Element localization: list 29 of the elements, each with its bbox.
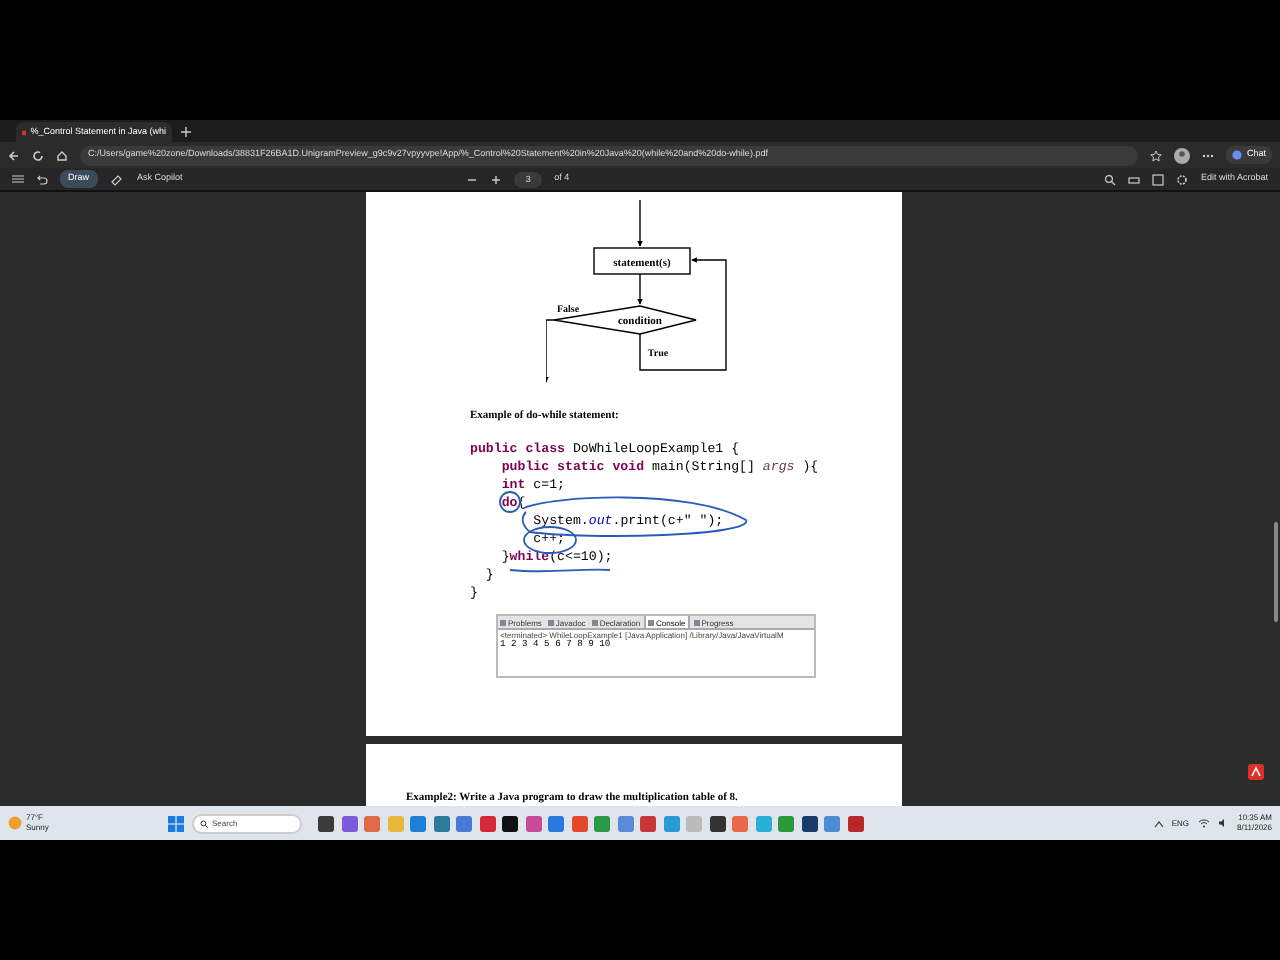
zoom-in-icon[interactable] — [490, 173, 503, 185]
settings-icon[interactable] — [1176, 173, 1189, 185]
wifi-icon[interactable] — [1197, 818, 1209, 828]
tab-icon — [648, 619, 655, 625]
star-icon[interactable] — [1150, 149, 1163, 161]
zoom-out-icon[interactable] — [466, 173, 479, 185]
tab-icon — [591, 619, 598, 625]
undo-icon[interactable] — [36, 173, 48, 185]
print-icon[interactable] — [1128, 173, 1141, 185]
search-icon — [200, 819, 208, 827]
speaker-icon[interactable] — [1217, 818, 1229, 828]
acrobat-icon[interactable] — [1248, 764, 1264, 780]
copilot-icon — [1232, 150, 1243, 160]
tab-icon — [547, 619, 554, 625]
tab-icon — [500, 619, 506, 625]
tab-icon — [693, 619, 700, 625]
new-tab-icon[interactable] — [180, 126, 192, 138]
chevron-up-icon[interactable] — [1153, 819, 1164, 827]
pdf-icon — [22, 127, 27, 137]
back-icon[interactable] — [8, 149, 20, 161]
eraser-icon[interactable] — [109, 173, 122, 185]
profile-icon[interactable] — [1174, 147, 1191, 163]
refresh-icon[interactable] — [32, 149, 44, 161]
list-icon[interactable] — [12, 174, 24, 184]
windows-logo-icon[interactable] — [168, 815, 184, 831]
home-icon[interactable] — [56, 149, 68, 161]
save-icon[interactable] — [1152, 173, 1165, 185]
search-icon[interactable] — [1104, 173, 1117, 185]
scrollbar[interactable] — [1274, 522, 1278, 622]
